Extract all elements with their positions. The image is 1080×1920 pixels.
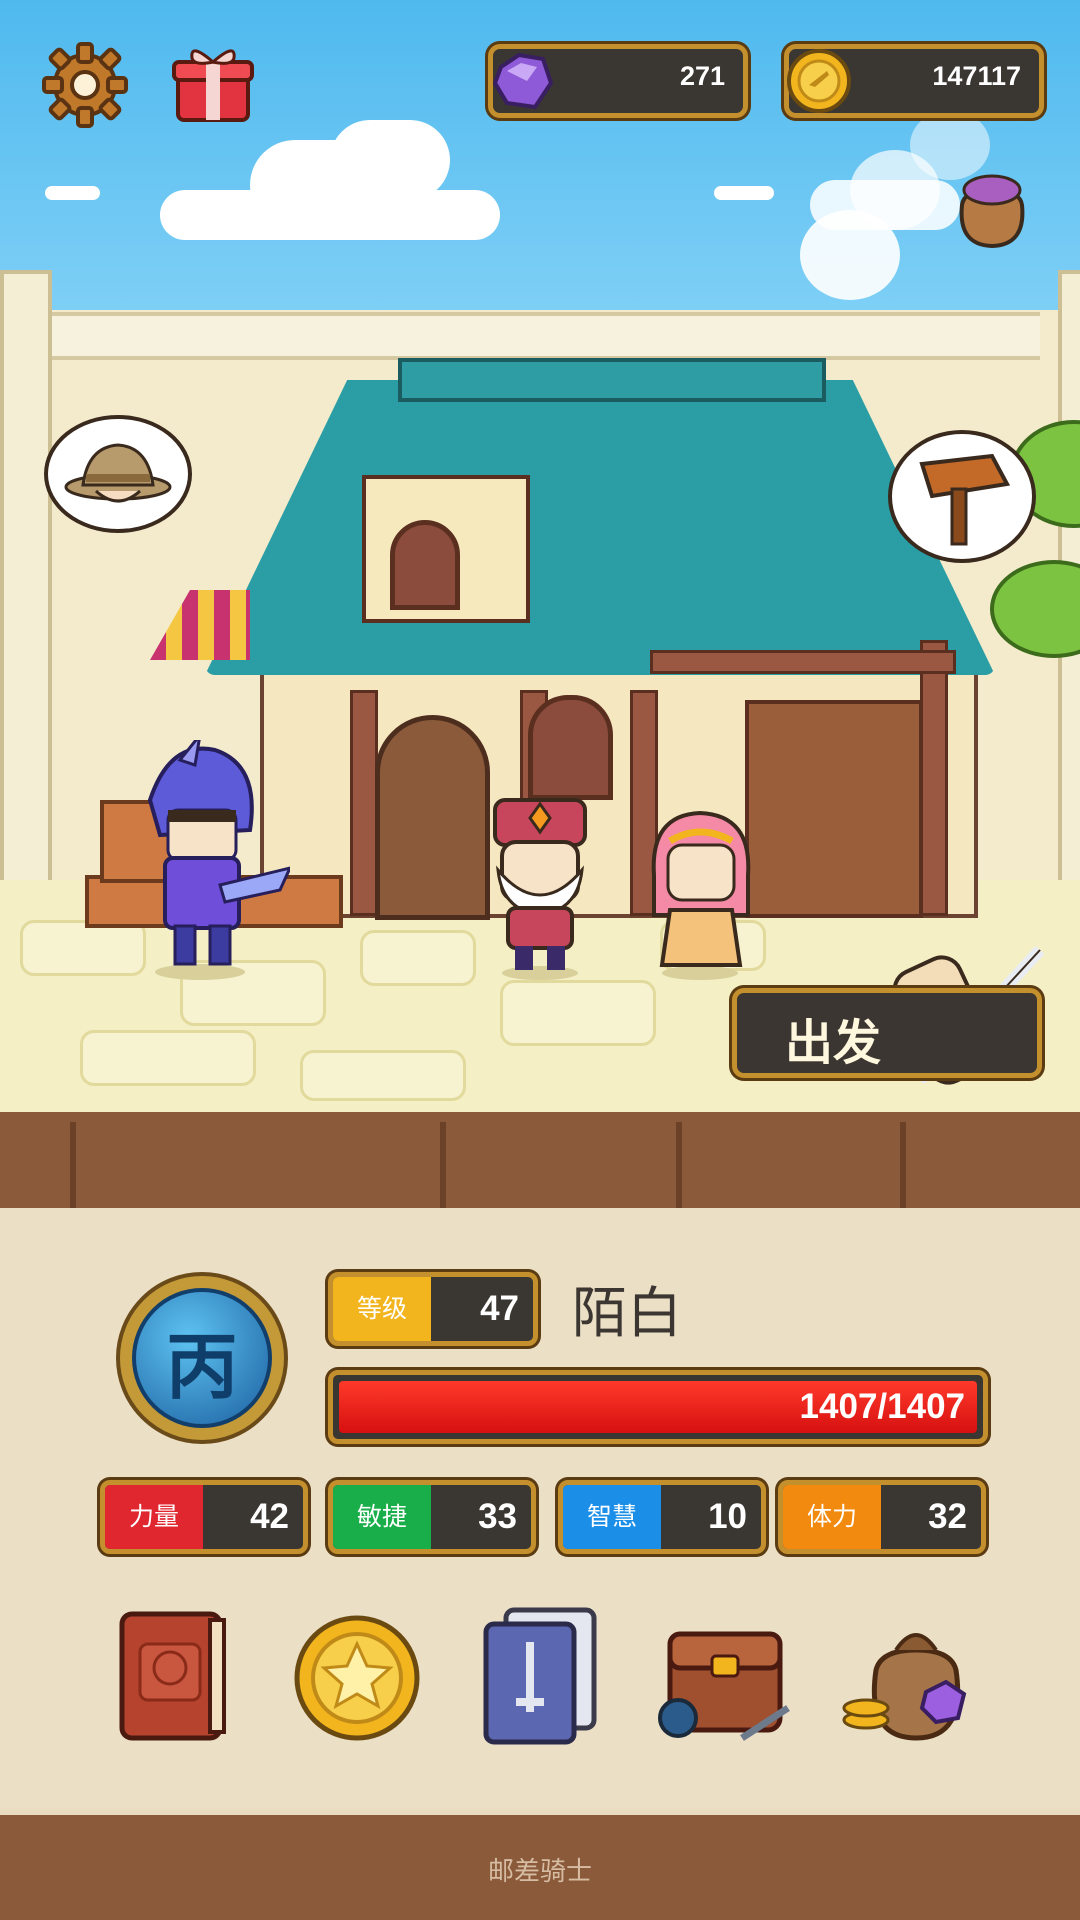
dormer-window [390, 520, 460, 610]
cobblestone [300, 1050, 466, 1101]
roof-ridge [398, 358, 826, 402]
settings-gear-icon[interactable] [40, 40, 130, 130]
stat-wisdom: 智慧 10 [558, 1480, 766, 1554]
explorer-hat-icon [64, 443, 172, 503]
old-merchant-npc[interactable] [480, 790, 600, 980]
cloud [714, 186, 774, 200]
dirt-crack [440, 1122, 446, 1212]
dirt-crack [70, 1122, 76, 1212]
stat-agility: 敏捷 33 [328, 1480, 536, 1554]
cloud [45, 186, 100, 200]
cloud [330, 120, 450, 200]
hp-text: 1407/1407 [799, 1387, 965, 1426]
cobblestone [500, 980, 656, 1046]
pink-hair-girl-npc[interactable] [640, 805, 760, 980]
coin-count: 147117 [932, 61, 1021, 91]
stat-value: 33 [478, 1497, 517, 1536]
cobblestone [80, 1030, 256, 1086]
sword-cards-icon[interactable] [466, 1600, 616, 1750]
town-scene [0, 0, 1080, 1112]
hero-book-icon[interactable] [100, 1600, 250, 1750]
backpack-icon[interactable] [650, 1600, 800, 1750]
stat-label: 体力 [783, 1485, 881, 1549]
left-tower [0, 270, 52, 898]
stat-value: 10 [708, 1497, 747, 1536]
gem-bag-icon[interactable] [950, 160, 1034, 250]
shop-door[interactable] [375, 715, 490, 920]
hp-bar: 1407/1407 [328, 1370, 988, 1444]
signpost-icon [919, 453, 1011, 546]
stat-label: 智慧 [563, 1485, 661, 1549]
stat-stamina: 体力 32 [778, 1480, 986, 1554]
game-title: 邮差骑士 [487, 1857, 592, 1887]
dirt-crack [676, 1122, 682, 1212]
level-value: 47 [480, 1289, 519, 1328]
rank-medal[interactable]: 丙 [116, 1272, 288, 1444]
knight-hero[interactable] [120, 740, 290, 980]
stat-label: 敏捷 [333, 1485, 431, 1549]
star-coin-icon[interactable] [282, 1600, 432, 1750]
gem-count: 271 [679, 61, 725, 91]
cobblestone [360, 930, 476, 986]
coin-counter[interactable]: 147117 [784, 44, 1044, 118]
rank-medal-face: 丙 [132, 1288, 272, 1428]
timber-beam [350, 690, 378, 916]
wall-ledge [40, 312, 1040, 360]
explorer-npc-bubble[interactable] [44, 415, 192, 533]
signpost-bubble[interactable] [888, 430, 1036, 563]
stat-strength: 力量 42 [100, 1480, 308, 1554]
gift-box-icon[interactable] [170, 40, 256, 126]
shop-window [528, 695, 613, 800]
rank-glyph: 丙 [165, 1325, 238, 1409]
stat-value: 32 [928, 1497, 967, 1536]
level-label: 等级 [333, 1277, 431, 1341]
timber-beam [650, 650, 956, 674]
gem-counter[interactable]: 271 [488, 44, 748, 118]
dirt-crack [900, 1122, 906, 1212]
depart-button[interactable]: 出发 [732, 988, 1042, 1078]
depart-button-label: 出发 [785, 1015, 882, 1071]
timber-beam [920, 640, 948, 916]
dirt-divider [0, 1112, 1080, 1220]
treasure-bag-icon[interactable] [836, 1600, 986, 1750]
item-shelf[interactable] [745, 700, 923, 918]
stat-label: 力量 [105, 1485, 203, 1549]
stat-value: 42 [250, 1497, 289, 1536]
purple-gem-icon [492, 52, 554, 110]
gold-coin-icon [787, 49, 851, 113]
hero-name: 陌白 [572, 1281, 683, 1345]
level-box: 等级 47 [328, 1272, 538, 1346]
